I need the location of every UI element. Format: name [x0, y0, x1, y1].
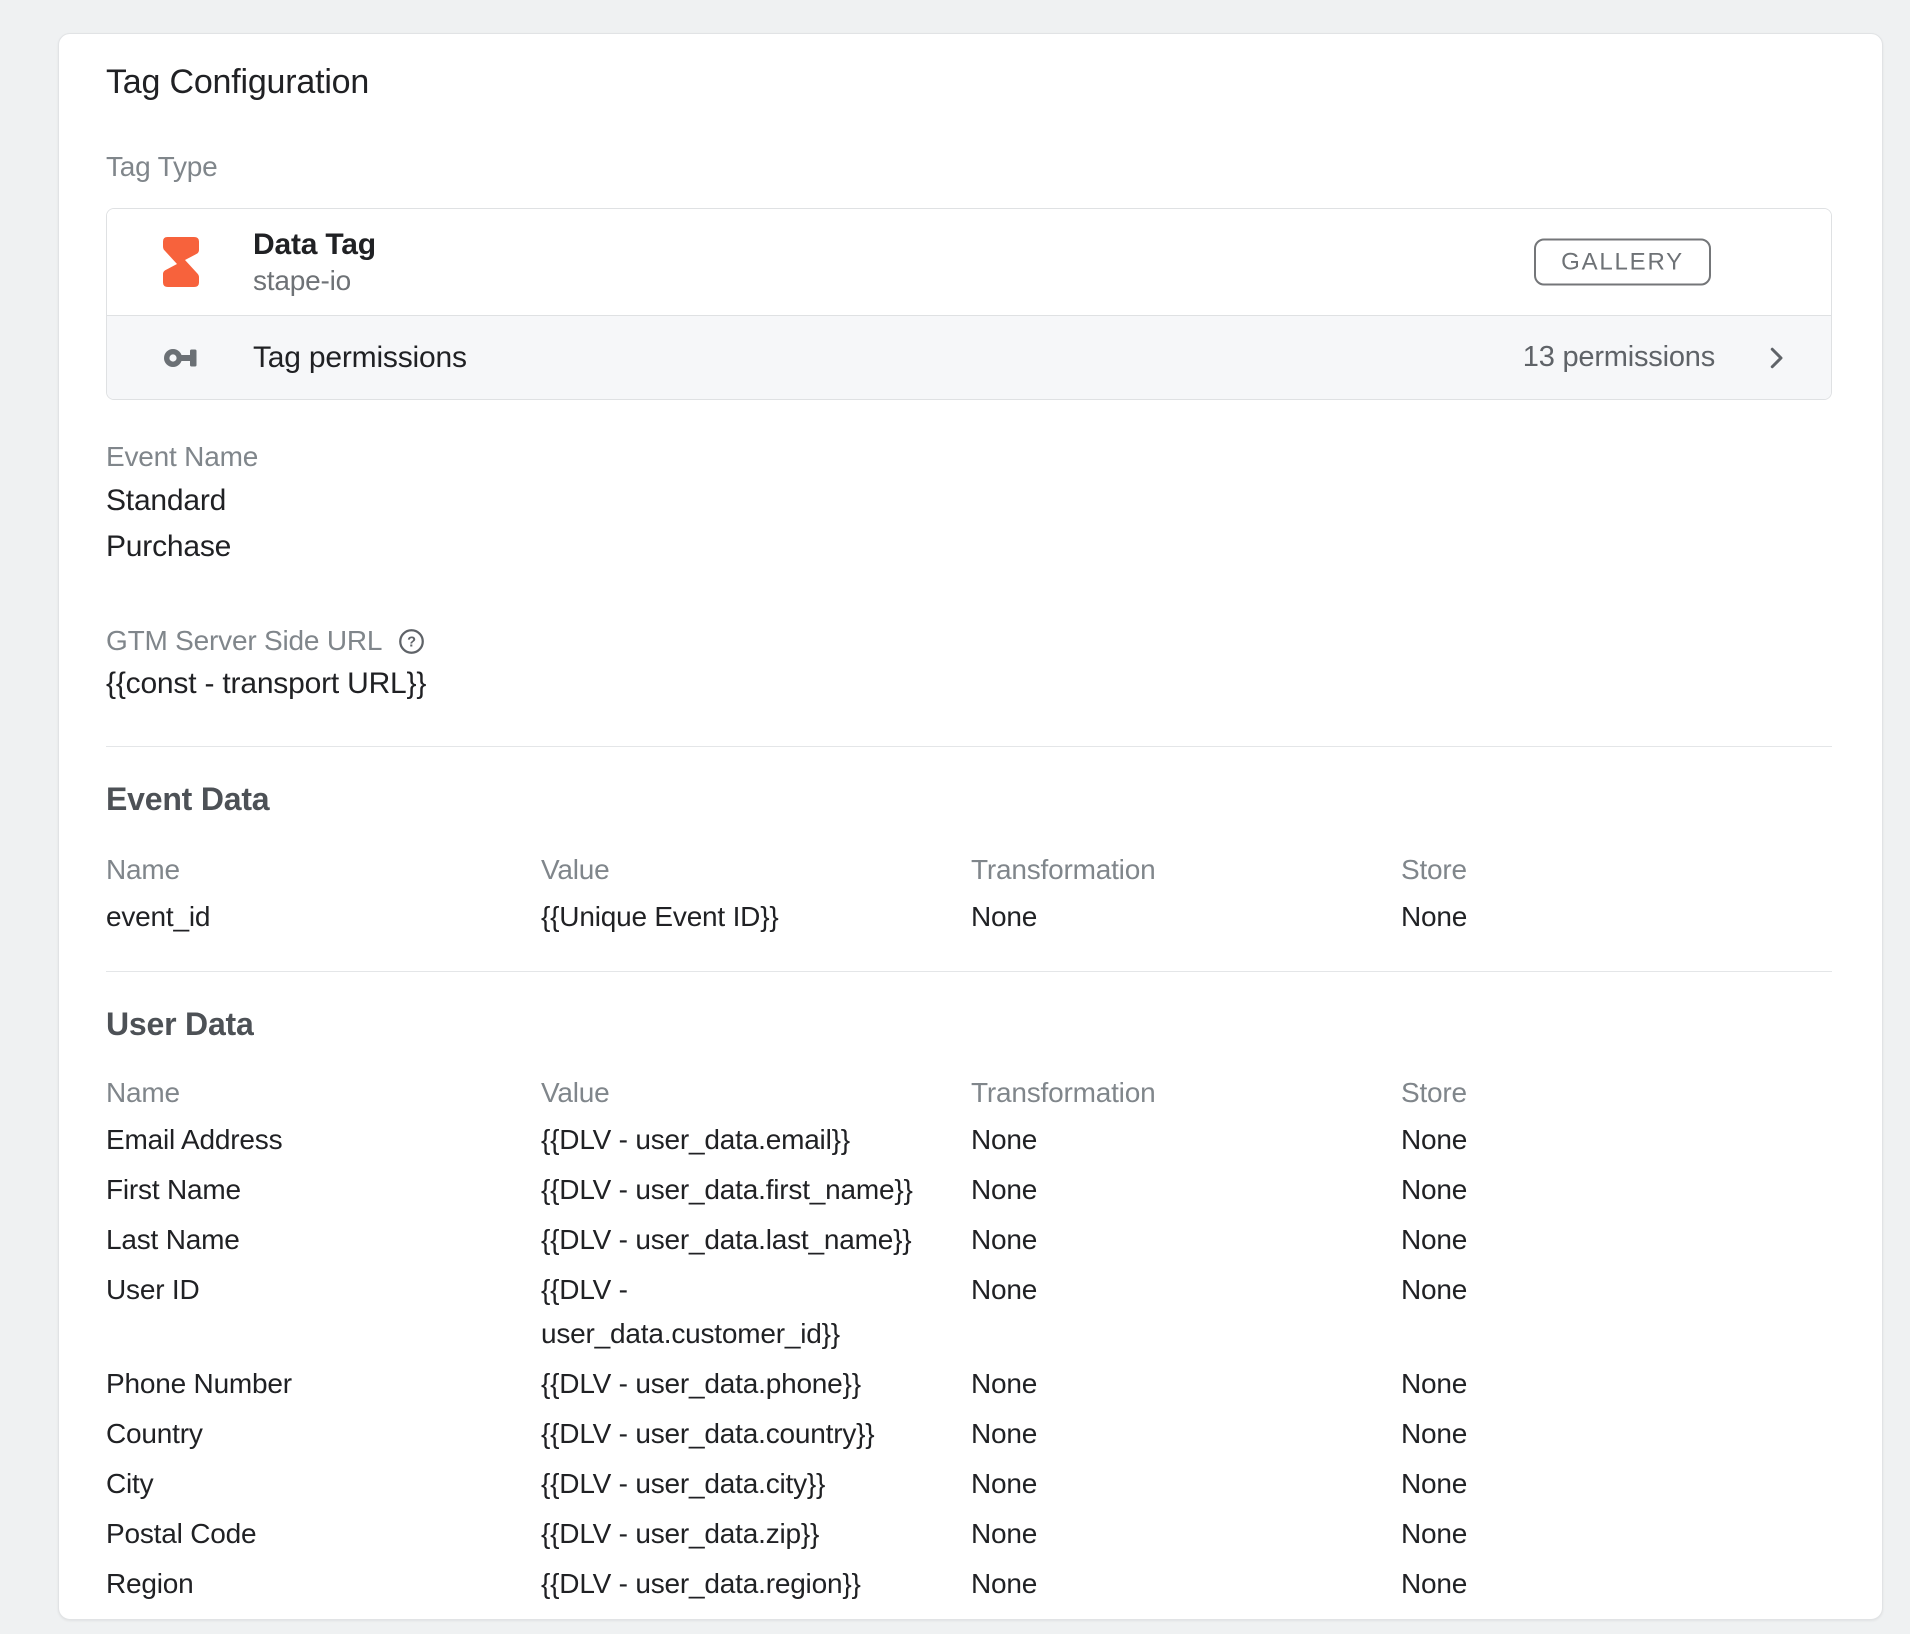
column-header-value: Value: [541, 1078, 971, 1108]
table-row: First Name {{DLV - user_data.first_name}…: [106, 1168, 1832, 1212]
cell-name: Phone Number: [106, 1362, 541, 1406]
event-name-line-2: Purchase: [106, 524, 1832, 570]
cell-value: {{DLV - user_data.customer_id}}: [541, 1268, 971, 1356]
page-title: Tag Configuration: [106, 62, 1832, 102]
cell-transformation: None: [971, 1168, 1401, 1212]
column-header-store: Store: [1401, 1078, 1832, 1108]
cell-name: Region: [106, 1562, 541, 1606]
cell-name: Postal Code: [106, 1512, 541, 1556]
gallery-button[interactable]: GALLERY: [1534, 239, 1711, 286]
cell-transformation: None: [971, 1462, 1401, 1506]
stape-logo-icon: [163, 237, 199, 287]
table-row: User ID {{DLV - user_data.customer_id}} …: [106, 1268, 1832, 1356]
column-header-value: Value: [541, 855, 971, 885]
gtm-url-label: GTM Server Side URL: [106, 626, 382, 656]
user-data-title: User Data: [106, 1006, 1832, 1042]
column-header-transformation: Transformation: [971, 855, 1401, 885]
cell-name: First Name: [106, 1168, 541, 1212]
cell-store: None: [1401, 1512, 1832, 1556]
cell-store: None: [1401, 895, 1832, 939]
column-header-store: Store: [1401, 855, 1832, 885]
table-row: Country {{DLV - user_data.country}} None…: [106, 1412, 1832, 1456]
cell-transformation: None: [971, 895, 1401, 939]
cell-transformation: None: [971, 1268, 1401, 1312]
column-header-name: Name: [106, 1078, 541, 1108]
cell-value: {{Unique Event ID}}: [541, 895, 971, 939]
chevron-right-icon: [1761, 343, 1791, 373]
user-data-header-row: Name Value Transformation Store: [106, 1078, 1832, 1108]
cell-store: None: [1401, 1562, 1832, 1606]
tag-type-label: Tag Type: [106, 152, 1832, 182]
key-icon: [163, 346, 199, 370]
user-data-rows: Email Address {{DLV - user_data.email}} …: [106, 1118, 1832, 1606]
svg-text:?: ?: [407, 634, 416, 650]
cell-name: event_id: [106, 895, 541, 939]
cell-name: City: [106, 1462, 541, 1506]
table-row: event_id {{Unique Event ID}} None None: [106, 895, 1832, 939]
tag-vendor: stape-io: [253, 266, 376, 296]
cell-store: None: [1401, 1168, 1832, 1212]
column-header-transformation: Transformation: [971, 1078, 1401, 1108]
cell-value: {{DLV - user_data.phone}}: [541, 1362, 971, 1406]
table-row: City {{DLV - user_data.city}} None None: [106, 1462, 1832, 1506]
cell-transformation: None: [971, 1512, 1401, 1556]
event-name-line-1: Standard: [106, 478, 1832, 524]
table-row: Postal Code {{DLV - user_data.zip}} None…: [106, 1512, 1832, 1556]
column-header-name: Name: [106, 855, 541, 885]
tag-title-block: Data Tag stape-io: [253, 228, 376, 296]
help-icon[interactable]: ?: [398, 628, 425, 655]
event-name-label: Event Name: [106, 442, 1832, 472]
event-data-header-row: Name Value Transformation Store: [106, 855, 1832, 885]
cell-value: {{DLV - user_data.first_name}}: [541, 1168, 971, 1212]
gtm-url-value: {{const - transport URL}}: [106, 662, 1832, 706]
table-row: Email Address {{DLV - user_data.email}} …: [106, 1118, 1832, 1162]
tag-name: Data Tag: [253, 228, 376, 262]
event-data-title: Event Data: [106, 781, 1832, 817]
cell-store: None: [1401, 1462, 1832, 1506]
cell-store: None: [1401, 1268, 1832, 1312]
cell-store: None: [1401, 1118, 1832, 1162]
cell-name: Last Name: [106, 1218, 541, 1262]
cell-transformation: None: [971, 1362, 1401, 1406]
cell-value: {{DLV - user_data.region}}: [541, 1562, 971, 1606]
cell-name: User ID: [106, 1268, 541, 1312]
tag-type-main-row[interactable]: Data Tag stape-io GALLERY: [107, 209, 1831, 315]
cell-value: {{DLV - user_data.email}}: [541, 1118, 971, 1162]
table-row: Last Name {{DLV - user_data.last_name}} …: [106, 1218, 1832, 1262]
event-name-values: Standard Purchase: [106, 478, 1832, 570]
event-data-rows: event_id {{Unique Event ID}} None None: [106, 895, 1832, 939]
cell-store: None: [1401, 1362, 1832, 1406]
permissions-count: 13 permissions: [1523, 341, 1715, 374]
table-row: Phone Number {{DLV - user_data.phone}} N…: [106, 1362, 1832, 1406]
cell-value: {{DLV - user_data.city}}: [541, 1462, 971, 1506]
tag-permissions-label: Tag permissions: [253, 341, 467, 375]
tag-permissions-row[interactable]: Tag permissions 13 permissions: [107, 315, 1831, 399]
tag-type-card: Data Tag stape-io GALLERY Tag permission…: [106, 208, 1832, 400]
table-row: Region {{DLV - user_data.region}} None N…: [106, 1562, 1832, 1606]
cell-transformation: None: [971, 1412, 1401, 1456]
gtm-url-label-row: GTM Server Side URL ?: [106, 626, 1832, 656]
cell-value: {{DLV - user_data.last_name}}: [541, 1218, 971, 1262]
cell-transformation: None: [971, 1218, 1401, 1262]
section-divider: [106, 971, 1832, 972]
tag-configuration-card: Tag Configuration Tag Type Data Tag stap…: [58, 33, 1883, 1620]
cell-transformation: None: [971, 1562, 1401, 1606]
cell-name: Email Address: [106, 1118, 541, 1162]
section-divider: [106, 746, 1832, 747]
cell-value: {{DLV - user_data.zip}}: [541, 1512, 971, 1556]
cell-transformation: None: [971, 1118, 1401, 1162]
cell-name: Country: [106, 1412, 541, 1456]
cell-store: None: [1401, 1218, 1832, 1262]
cell-value: {{DLV - user_data.country}}: [541, 1412, 971, 1456]
cell-store: None: [1401, 1412, 1832, 1456]
